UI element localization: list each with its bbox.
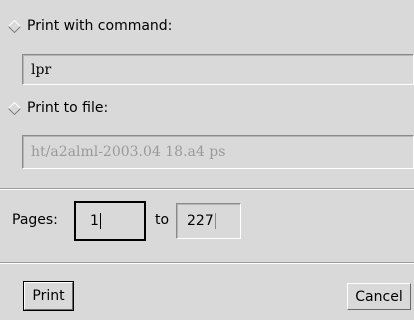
separator [0,188,414,190]
file-path-input[interactable]: ht/a2alml-2003.04 18.a4 ps [22,135,414,169]
print-command-radio[interactable]: Print with command: [8,18,172,34]
pages-label: Pages: [12,212,58,228]
print-file-label: Print to file: [27,100,109,116]
pages-to-value: 227 [187,213,214,229]
radio-diamond-icon [8,19,21,33]
text-cursor [214,213,216,229]
file-path-value: ht/a2alml-2003.04 18.a4 ps [31,144,226,160]
print-command-label: Print with command: [27,18,173,34]
command-input[interactable]: lpr [22,54,414,85]
radio-diamond-icon [8,101,21,115]
cancel-button[interactable]: Cancel [347,283,411,310]
print-button[interactable]: Print [23,281,74,311]
text-cursor [99,213,101,229]
pages-to-input[interactable]: 227 [176,203,241,239]
print-file-radio[interactable]: Print to file: [8,100,108,116]
pages-from-input[interactable]: 1 [74,201,146,241]
pages-from-value: 1 [90,213,99,229]
separator [0,262,414,264]
command-value: lpr [31,61,52,78]
pages-to-label: to [155,212,170,228]
